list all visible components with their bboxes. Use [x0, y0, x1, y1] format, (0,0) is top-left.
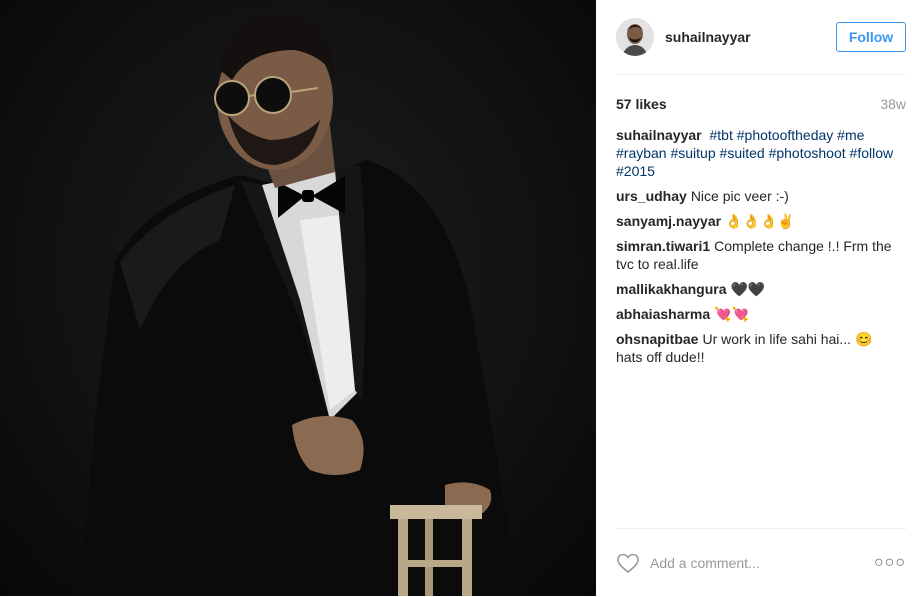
post-image-illustration — [80, 15, 520, 596]
post-container: suhailnayyar Follow 57 likes 38w suhailn… — [0, 0, 912, 596]
add-comment-input[interactable]: Add a comment... — [650, 555, 874, 571]
more-options-icon[interactable]: ○○○ — [874, 554, 906, 572]
comment-text: 👌👌👌✌ — [725, 213, 795, 229]
follow-button[interactable]: Follow — [836, 22, 906, 52]
caption-username[interactable]: suhailnayyar — [616, 127, 702, 143]
hashtag[interactable]: #tbt — [710, 127, 733, 143]
likes-count[interactable]: 57 likes — [616, 96, 667, 112]
comment-username[interactable]: abhaiasharma — [616, 306, 710, 322]
hashtag[interactable]: #suited — [720, 145, 765, 161]
comment-username[interactable]: ohsnapitbae — [616, 331, 698, 347]
post-age[interactable]: 38w — [880, 96, 906, 112]
comment: ohsnapitbae Ur work in life sahi hai... 😊… — [616, 330, 900, 366]
avatar-image — [616, 18, 654, 56]
comment-text: Nice pic veer :-) — [690, 188, 789, 204]
comment: abhaiasharma 💘💘 — [616, 305, 900, 323]
hashtag[interactable]: #photoshoot — [769, 145, 846, 161]
hashtag[interactable]: #me — [837, 127, 864, 143]
username[interactable]: suhailnayyar — [665, 29, 836, 45]
heart-icon[interactable] — [616, 551, 640, 575]
post-footer: Add a comment... ○○○ — [616, 528, 906, 597]
caption: suhailnayyar #tbt #photooftheday #me #ra… — [616, 126, 900, 180]
comment-username[interactable]: urs_udhay — [616, 188, 687, 204]
comments-list: suhailnayyar #tbt #photooftheday #me #ra… — [616, 126, 900, 366]
hashtag[interactable]: #2015 — [616, 163, 655, 179]
comment-text: 💘💘 — [714, 306, 750, 322]
comment-username[interactable]: mallikakhangura — [616, 281, 727, 297]
comment-text: 🖤🖤 — [730, 281, 766, 297]
hashtag[interactable]: #suitup — [670, 145, 715, 161]
hashtag[interactable]: #rayban — [616, 145, 667, 161]
post-meta: 57 likes 38w — [616, 95, 906, 113]
comment: urs_udhay Nice pic veer :-) — [616, 187, 900, 205]
avatar[interactable] — [616, 18, 654, 56]
post-sidebar: suhailnayyar Follow 57 likes 38w suhailn… — [596, 0, 912, 596]
comment: simran.tiwari1 Complete change !.! Frm th… — [616, 237, 900, 273]
comment: sanyamj.nayyar 👌👌👌✌ — [616, 212, 900, 230]
comment-username[interactable]: simran.tiwari1 — [616, 238, 710, 254]
post-header: suhailnayyar Follow — [616, 0, 906, 75]
hashtag[interactable]: #photooftheday — [737, 127, 834, 143]
comment-username[interactable]: sanyamj.nayyar — [616, 213, 721, 229]
hashtag[interactable]: #follow — [850, 145, 894, 161]
post-photo[interactable] — [0, 0, 596, 596]
comment: mallikakhangura 🖤🖤 — [616, 280, 900, 298]
